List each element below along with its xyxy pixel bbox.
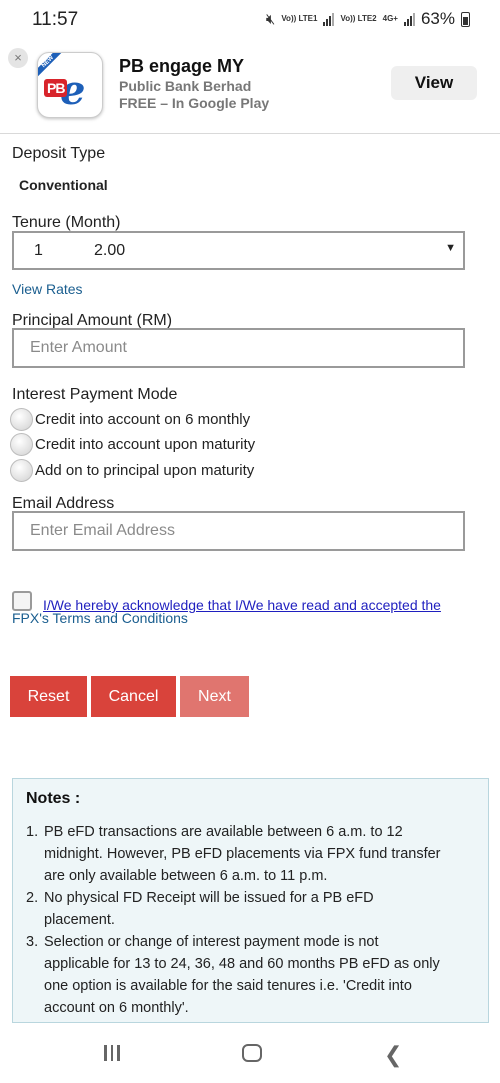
interest-mode-label: Interest Payment Mode	[12, 386, 178, 403]
tenure-label: Tenure (Month)	[12, 214, 121, 231]
item-number: 1.	[26, 824, 39, 840]
sim2-indicator: Vo)) LTE2	[340, 14, 377, 23]
radio-label: Add on to principal upon maturity	[35, 461, 255, 479]
reset-button[interactable]: Reset	[10, 676, 87, 717]
item-number: 2.	[26, 890, 39, 906]
back-icon[interactable]: ❮	[384, 1042, 402, 1068]
radio-credit-maturity[interactable]: Credit into account upon maturity	[10, 432, 255, 456]
status-time: 11:57	[32, 9, 79, 30]
app-name: PB engage MY	[119, 56, 245, 76]
radio-button[interactable]	[10, 432, 33, 456]
mute-icon: 🔇︎	[265, 10, 276, 28]
list-item: 1. PB eFD transactions are available betw…	[26, 821, 446, 887]
notes-panel: Notes : 1. PB eFD transactions are availa…	[12, 778, 489, 1023]
tenure-month: 1	[34, 242, 43, 259]
recent-apps-icon[interactable]	[104, 1045, 120, 1061]
deposit-type-value: Conventional	[19, 177, 108, 193]
principal-amount-input[interactable]	[12, 328, 465, 368]
radio-add-principal[interactable]: Add on to principal upon maturity	[10, 458, 254, 482]
status-icons: 🔇︎ Vo)) LTE1 Vo)) LTE2 4G+ 63%	[266, 9, 470, 29]
radio-button[interactable]	[10, 458, 33, 482]
signal-icon	[323, 12, 335, 26]
radio-credit-6-monthly[interactable]: Credit into account on 6 monthly	[10, 407, 250, 431]
close-icon[interactable]: ×	[8, 48, 28, 68]
battery-icon	[461, 11, 470, 27]
navigation-bar: ❮	[0, 1023, 500, 1083]
cancel-button[interactable]: Cancel	[91, 676, 176, 717]
tenure-select[interactable]: 1 2.00 ▼	[12, 231, 465, 270]
signal-icon-2	[403, 12, 415, 26]
battery-percent: 63%	[420, 9, 455, 28]
home-icon[interactable]	[242, 1044, 262, 1062]
item-number: 3.	[26, 934, 39, 950]
list-item: 2. No physical FD Receipt will be issued …	[26, 887, 446, 931]
sim1-indicator: Vo)) LTE1	[281, 14, 318, 23]
status-bar: 11:57 🔇︎ Vo)) LTE1 Vo)) LTE2 4G+ 63%	[0, 0, 500, 40]
radio-button[interactable]	[10, 407, 33, 431]
notes-title: Notes :	[26, 790, 81, 807]
app-publisher: Public Bank Berhad	[119, 78, 252, 94]
network-type: 4G+	[382, 14, 398, 23]
app-banner: × NEW e PB PB engage MY Public Bank Berh…	[0, 40, 500, 134]
deposit-type-label: Deposit Type	[12, 145, 106, 162]
chevron-down-icon: ▼	[445, 242, 456, 254]
notes-list: 1. PB eFD transactions are available betw…	[26, 821, 446, 1019]
fpx-terms-link[interactable]: FPX's Terms and Conditions	[12, 610, 188, 626]
terms-checkbox[interactable]	[12, 591, 32, 611]
view-button[interactable]: View	[391, 66, 477, 100]
list-item: 3. Selection or change of interest paymen…	[26, 931, 446, 1019]
next-button[interactable]: Next	[180, 676, 249, 717]
radio-label: Credit into account upon maturity	[35, 435, 256, 453]
item-text: PB eFD transactions are available betwee…	[44, 824, 441, 884]
app-icon[interactable]: NEW e PB	[37, 52, 103, 118]
app-price: FREE – In Google Play	[119, 95, 270, 111]
app-logo-pb: PB	[44, 79, 68, 97]
item-text: No physical FD Receipt will be issued fo…	[44, 890, 374, 928]
radio-label: Credit into account on 6 monthly	[35, 410, 251, 428]
view-rates-link[interactable]: View Rates	[12, 281, 83, 297]
email-input[interactable]	[12, 511, 465, 551]
tenure-rate: 2.00	[94, 242, 126, 259]
item-text: Selection or change of interest payment …	[44, 934, 440, 1016]
